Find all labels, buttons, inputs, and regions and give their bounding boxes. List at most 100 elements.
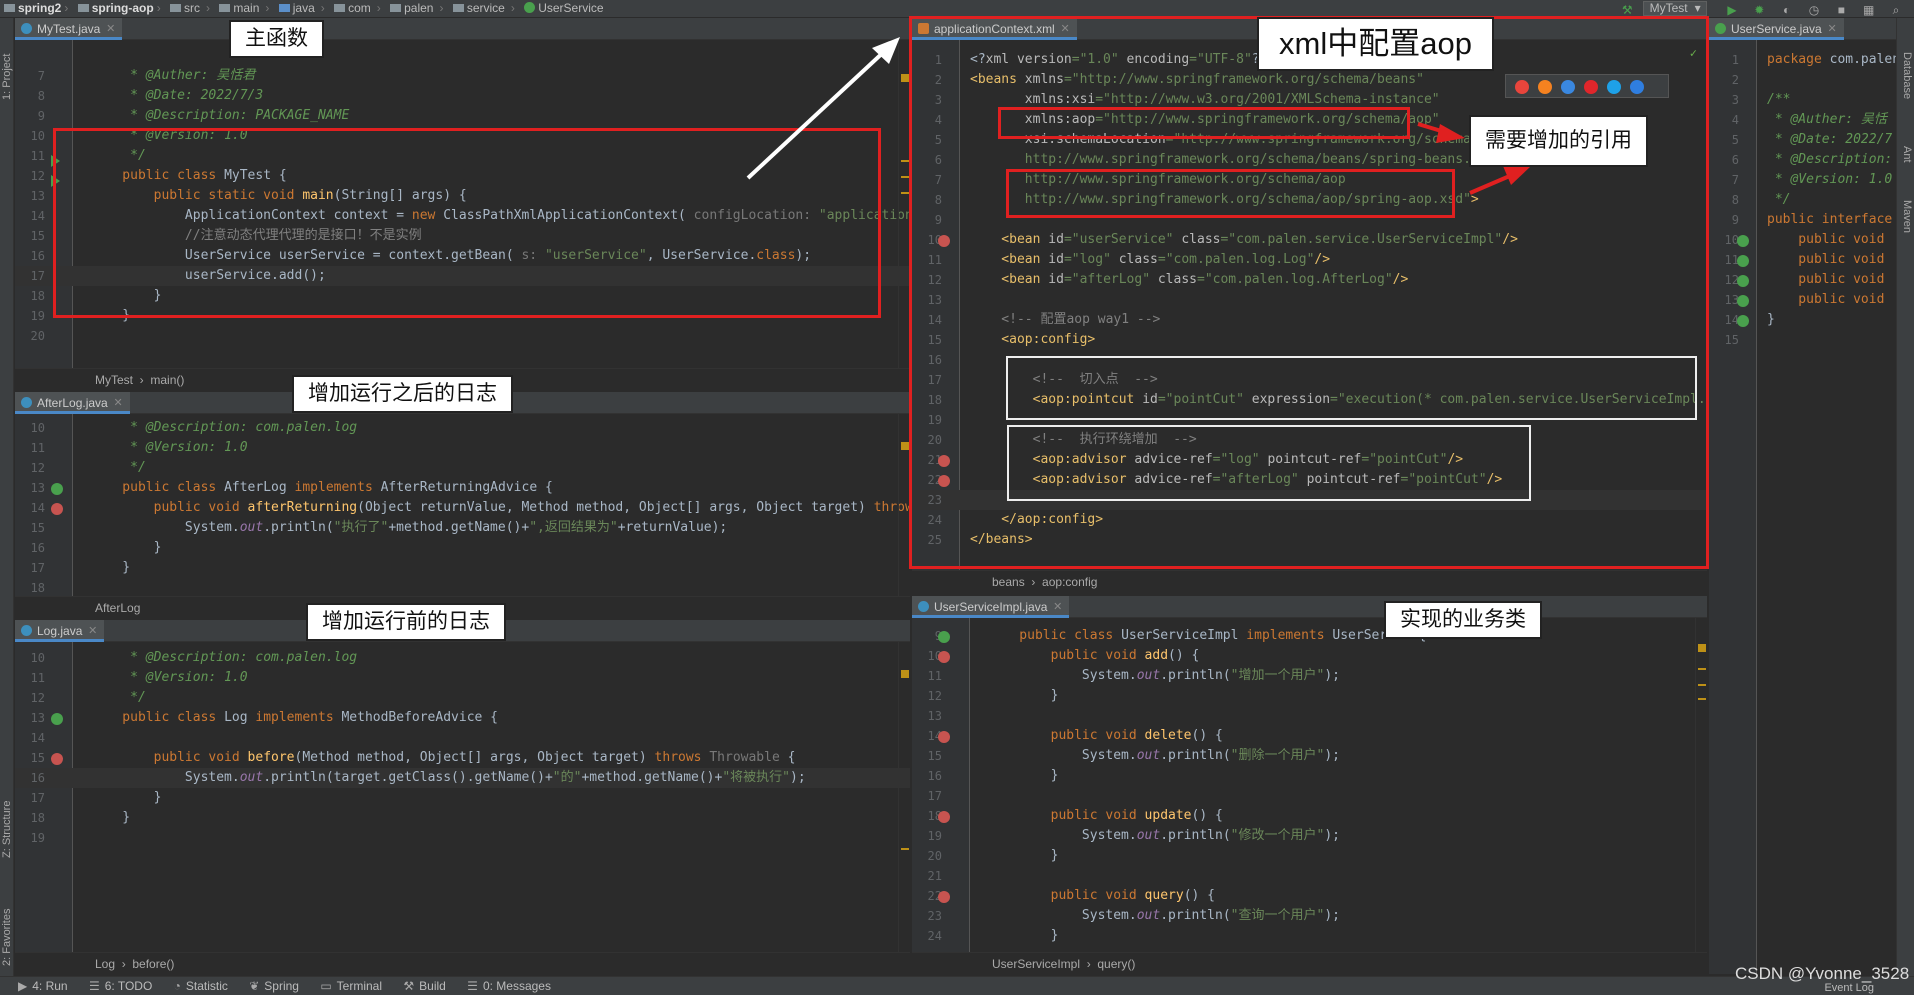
code-line[interactable]: 8 */ [1709,190,1896,210]
crumb-project[interactable]: spring2 [4,1,61,15]
code-line[interactable]: 22 <aop:advisor advice-ref="afterLog" po… [912,470,1707,490]
code-line[interactable]: 7 http://www.springframework.org/schema/… [912,170,1707,190]
code-line[interactable]: 18 } [15,808,910,828]
code-line[interactable]: 15 System.out.println("执行了"+method.getNa… [15,518,910,538]
code-line[interactable]: 6 * @Description: [1709,150,1896,170]
advisor-gutter-icon[interactable] [938,455,950,467]
opera-icon[interactable] [1584,80,1598,94]
editor-mytest[interactable]: MyTest.java ✕ 7 * @Auther: 吴恬君 8 * @Date: … [15,18,910,390]
code-line[interactable]: 7 * @Version: 1.0 [1709,170,1896,190]
crumb-service[interactable]: service [452,1,508,15]
code-line[interactable]: 11 System.out.println("增加一个用户"); [912,666,1707,686]
implemented-gutter-icon[interactable] [1737,255,1749,267]
code-line[interactable]: 11 * @Version: 1.0 [15,668,910,688]
stop-icon[interactable]: ■ [1834,3,1848,17]
code-line[interactable]: 16 } [912,766,1707,786]
search-icon[interactable]: ⌕ [1889,3,1903,17]
code-line[interactable]: 16 System.out.println(target.getClass().… [15,768,910,788]
code-line[interactable]: 4 * @Auther: 吴恬 [1709,110,1896,130]
maven-tool-tab[interactable]: Maven [1901,200,1913,233]
statistic-tool-button[interactable]: ◔ Statistic [174,977,228,995]
code-line[interactable]: 3 /** [1709,90,1896,110]
crumb-main[interactable]: main [219,1,262,15]
code-line[interactable]: 15 [1709,330,1896,350]
code-line[interactable]: 19 [15,828,910,848]
editor-userserviceimpl[interactable]: UserServiceImpl.java ✕ 9 public class Use… [912,596,1707,974]
implements-gutter-icon[interactable] [51,483,63,495]
code-lines[interactable]: 7 * @Auther: 吴恬君 8 * @Date: 2022/7/3 9 * @… [15,66,910,346]
code-line[interactable]: 17 <!-- 切入点 --> [912,370,1707,390]
run-gutter-icon[interactable] [51,155,60,167]
crumb-src[interactable]: src [170,1,203,15]
todo-tool-button[interactable]: ☰ 6: TODO [89,977,152,995]
code-line[interactable]: 16 } [15,538,910,558]
code-line[interactable]: 14 public void afterReturning(Object ret… [15,498,910,518]
close-icon[interactable]: ✕ [1061,18,1070,40]
editor-xml[interactable]: applicationContext.xml ✕ 1 <?xml version="… [912,18,1707,592]
code-line[interactable]: 13 public class Log implements MethodBef… [15,708,910,728]
messages-tool-button[interactable]: ☰ 0: Messages [467,977,551,995]
code-line[interactable]: 20 } [912,846,1707,866]
override-gutter-icon[interactable] [938,651,950,663]
crumb-userservice[interactable]: UserService [524,1,606,15]
code-line[interactable]: 8 * @Date: 2022/7/3 [15,86,910,106]
code-line[interactable]: 23 System.out.println("查询一个用户"); [912,906,1707,926]
bean-gutter-icon[interactable] [938,235,950,247]
run-gutter-icon[interactable] [51,175,60,187]
code-line[interactable]: 25 </beans> [912,530,1707,550]
code-line[interactable]: 17 [912,786,1707,806]
code-lines[interactable]: 9 public class UserServiceImpl implement… [912,626,1707,946]
code-line[interactable]: 21 [912,866,1707,886]
tab-xml[interactable]: applicationContext.xml ✕ [912,18,1077,40]
code-line[interactable]: 14 <!-- 配置aop way1 --> [912,310,1707,330]
run-config-select[interactable]: MyTest [1642,1,1707,16]
code-line[interactable]: 14 public void delete() { [912,726,1707,746]
close-icon[interactable]: ✕ [88,620,97,642]
breadcrumb-class[interactable]: MyTest [95,373,133,387]
advisor-gutter-icon[interactable] [938,475,950,487]
implements-gutter-icon[interactable] [51,713,63,725]
debug-icon[interactable]: ✹ [1752,3,1766,17]
ie-icon[interactable] [1607,80,1621,94]
tab-log[interactable]: Log.java ✕ [15,620,105,642]
close-icon[interactable]: ✕ [106,18,115,40]
build-icon[interactable]: ⚒ [1620,3,1634,17]
code-line[interactable]: 10 <bean id="userService" class="com.pal… [912,230,1707,250]
code-line[interactable]: 13 [912,706,1707,726]
code-line[interactable]: 12 */ [15,688,910,708]
code-line[interactable]: 12 } [912,686,1707,706]
code-lines[interactable]: 1 package com.palen 2 3/** 4 * @Auther: 吴恬 5 … [1709,50,1896,350]
override-gutter-icon[interactable] [51,503,63,515]
crumb-module[interactable]: spring-aop [77,1,154,15]
code-line[interactable]: 19 [912,410,1707,430]
breadcrumb-tag[interactable]: aop:config [1042,575,1097,589]
override-gutter-icon[interactable] [51,753,63,765]
code-line[interactable]: 18 [15,578,910,598]
implemented-gutter-icon[interactable] [1737,315,1749,327]
breadcrumb-method[interactable]: before() [132,957,174,971]
close-icon[interactable]: ✕ [1827,18,1836,40]
project-tool-tab[interactable]: 1: Project [1,54,13,100]
breadcrumb-tag[interactable]: beans [992,575,1025,589]
editor-afterlog[interactable]: AfterLog.java ✕ 10 * @Description: com.pa… [15,392,910,618]
database-tool-tab[interactable]: Database [1901,52,1913,99]
code-line[interactable]: 12 public class MyTest { [15,166,910,186]
code-line[interactable]: 9 * @Description: PACKAGE_NAME [15,106,910,126]
profile-icon[interactable]: ◷ [1807,3,1821,17]
editor-log[interactable]: Log.java ✕ 10 * @Description: com.palen.l… [15,620,910,974]
close-icon[interactable]: ✕ [114,392,123,414]
code-line[interactable]: 10 public void add() { [912,646,1707,666]
tab-userserviceimpl[interactable]: UserServiceImpl.java ✕ [912,596,1070,618]
code-line[interactable]: 18 <aop:pointcut id="pointCut" expressio… [912,390,1707,410]
safari-icon[interactable] [1561,80,1575,94]
code-line[interactable]: 18 public void update() { [912,806,1707,826]
override-gutter-icon[interactable] [938,811,950,823]
implements-gutter-icon[interactable] [938,631,950,643]
code-line[interactable]: 17 } [15,788,910,808]
terminal-tool-button[interactable]: ▭ Terminal [320,977,382,995]
override-gutter-icon[interactable] [938,731,950,743]
code-line[interactable]: 24 } [912,926,1707,946]
tab-afterlog[interactable]: AfterLog.java ✕ [15,392,130,414]
code-line[interactable]: 15 <aop:config> [912,330,1707,350]
code-line[interactable]: 13 public class AfterLog implements Afte… [15,478,910,498]
